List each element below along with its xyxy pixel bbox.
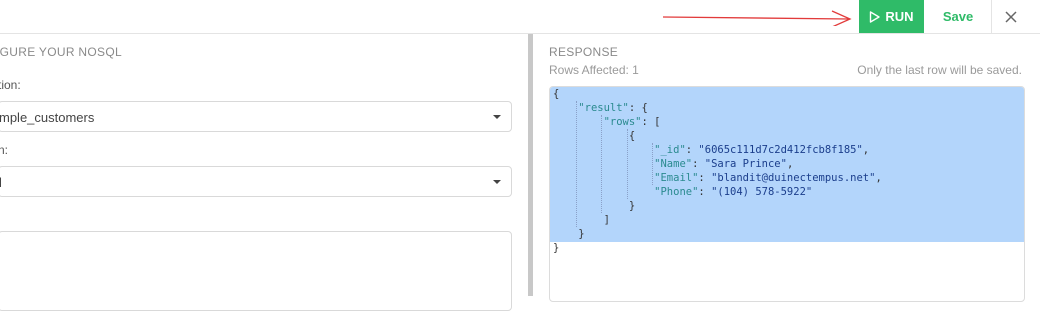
chevron-down-icon: [493, 180, 501, 184]
query-textarea[interactable]: [0, 231, 512, 311]
response-output[interactable]: { "result": { "rows": [ { "_id": "6065c1…: [549, 86, 1025, 302]
save-note: Only the last row will be saved.: [857, 63, 1022, 77]
collection-select[interactable]: mple_customers: [0, 101, 512, 132]
close-button[interactable]: [998, 4, 1024, 30]
operation-value: l: [0, 175, 2, 190]
operation-select[interactable]: l: [0, 166, 512, 197]
annotation-arrow: [662, 10, 852, 26]
play-icon: [870, 10, 881, 23]
json-line: }: [553, 200, 636, 212]
collection-value: mple_customers: [0, 110, 95, 125]
run-label: RUN: [885, 9, 914, 24]
rows-affected: Rows Affected: 1: [549, 63, 639, 77]
json-line: ]: [553, 214, 610, 226]
json-line: {: [553, 88, 560, 100]
panel-resize-handle[interactable]: [528, 34, 533, 296]
response-json: { "result": { "rows": [ { "_id": "6065c1…: [553, 87, 882, 255]
operation-label: n:: [0, 143, 9, 157]
json-line: "Phone": "(104) 578-5922": [654, 186, 813, 198]
json-line: "rows": [: [603, 116, 661, 128]
run-button[interactable]: RUN: [859, 0, 924, 33]
json-line: {: [553, 130, 636, 142]
configure-panel: IGURE YOUR NOSQL tion: mple_customers n:…: [0, 34, 528, 311]
toolbar-divider: [991, 0, 992, 33]
response-panel: RESPONSE Rows Affected: 1 Only the last …: [534, 34, 1040, 302]
collection-label: tion:: [0, 78, 21, 92]
json-line: }: [553, 228, 585, 240]
json-line: "_id": "6065c111d7c2d412fcb8f185",: [654, 144, 870, 156]
json-line: "result": {: [578, 102, 648, 114]
close-icon: [1005, 11, 1017, 23]
json-line: }: [553, 242, 560, 254]
json-line: "Email": "blandit@duinectempus.net",: [654, 172, 882, 184]
top-toolbar: RUN Save: [0, 0, 1040, 34]
section-title: IGURE YOUR NOSQL: [0, 45, 122, 59]
save-label: Save: [942, 9, 974, 24]
response-title: RESPONSE: [549, 45, 619, 59]
chevron-down-icon: [493, 115, 501, 119]
save-button[interactable]: Save: [930, 0, 986, 33]
json-line: "Name": "Sara Prince",: [654, 158, 794, 170]
